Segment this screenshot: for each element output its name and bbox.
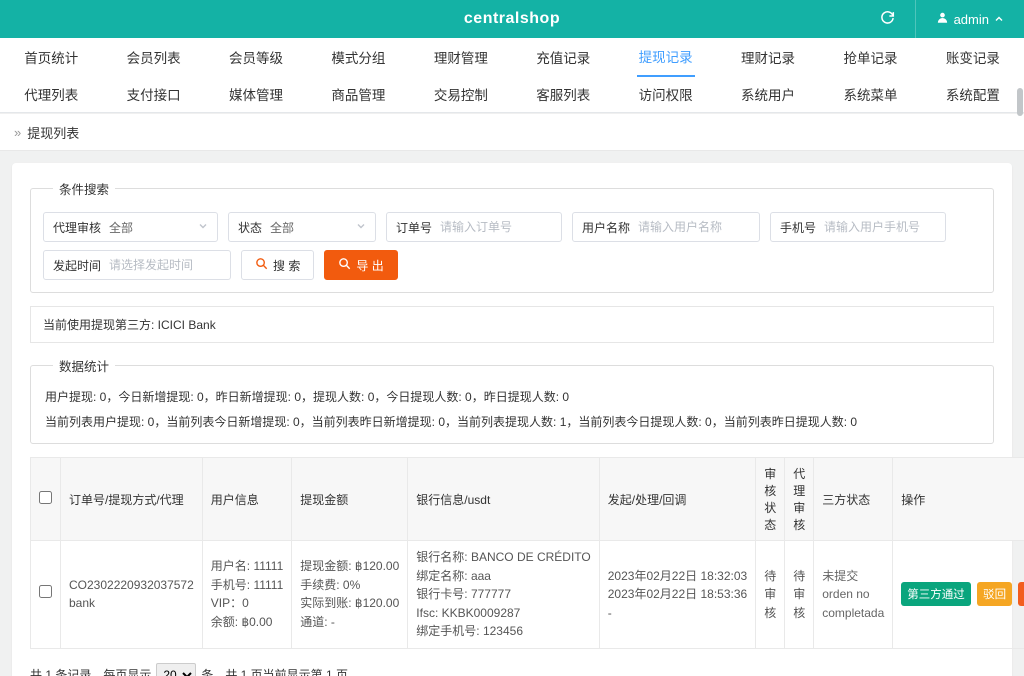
start-time-field: 发起时间 [43, 250, 231, 280]
agent-audit-badge: 待审核 [793, 569, 805, 620]
search-button[interactable]: 搜 索 [241, 250, 314, 280]
app-title: centralshop [464, 10, 560, 28]
pagination-prefix: 共 1 条记录，每页显示 [30, 666, 151, 676]
col-time: 发起/处理/回调 [599, 458, 755, 541]
nav-access-rights[interactable]: 访问权限 [614, 75, 716, 112]
nav-home-stats[interactable]: 首页统计 [0, 38, 102, 75]
page-title: 提现列表 [27, 123, 79, 142]
breadcrumb-arrows-icon: » [14, 125, 21, 140]
export-icon [338, 257, 351, 273]
filter-row-2: 发起时间 搜 索 导 出 [43, 250, 981, 280]
order-no-field: 订单号 [386, 212, 562, 242]
export-button[interactable]: 导 出 [324, 250, 397, 280]
nav-system-users[interactable]: 系统用户 [717, 75, 819, 112]
nav-system-config[interactable]: 系统配置 [922, 75, 1024, 112]
select-all-checkbox[interactable] [39, 491, 52, 504]
username-field: 用户名称 [572, 212, 760, 242]
nav-mode-group[interactable]: 模式分组 [307, 38, 409, 75]
user-info-cell: 用户名: 11111 手机号: 11111 VIP：0 余额: ฿0.00 [202, 541, 291, 649]
audit-status-badge: 待审核 [764, 569, 776, 620]
nav-payment-api[interactable]: 支付接口 [102, 75, 204, 112]
admin-label: admin [954, 12, 989, 27]
stats-line-global: 用户提现: 0，今日新增提现: 0，昨日新增提现: 0，提现人数: 0，今日提现… [45, 388, 979, 406]
search-icon [255, 257, 268, 273]
third-status-cell: 未提交 orden no completada [814, 541, 893, 649]
admin-menu[interactable]: admin [930, 0, 1010, 38]
pagination: 共 1 条记录，每页显示 20 条，共 1 页当前显示第 1 页。 [30, 663, 994, 676]
nav-recharge-records[interactable]: 充值记录 [512, 38, 614, 75]
col-amount: 提现金额 [292, 458, 408, 541]
col-user: 用户信息 [202, 458, 291, 541]
amount-cell: 提现金额: ฿120.00 手续费: 0% 实际到账: ฿120.00 通道: … [292, 541, 408, 649]
pagination-suffix: 条，共 1 页当前显示第 1 页。 [201, 666, 360, 676]
phone-input[interactable] [824, 220, 936, 234]
agent-audit-cell: 待审核 [785, 541, 814, 649]
col-order: 订单号/提现方式/代理 [61, 458, 203, 541]
stats-legend: 数据统计 [53, 356, 115, 375]
nav-member-list[interactable]: 会员列表 [102, 38, 204, 75]
col-bank: 银行信息/usdt [408, 458, 599, 541]
header-divider [915, 0, 916, 38]
nav-member-level[interactable]: 会员等级 [205, 38, 307, 75]
withdraw-table: 订单号/提现方式/代理 用户信息 提现金额 银行信息/usdt 发起/处理/回调… [30, 457, 1024, 649]
user-icon [936, 11, 949, 27]
page-size-select[interactable]: 20 [156, 663, 196, 676]
nav-grab-records[interactable]: 抢单记录 [819, 38, 921, 75]
start-time-input[interactable] [109, 258, 221, 272]
audit-status-cell: 待审核 [756, 541, 785, 649]
stats-line-current: 当前列表用户提现: 0，当前列表今日新增提现: 0，当前列表昨日新增提现: 0，… [45, 413, 979, 431]
chevron-down-icon [356, 220, 366, 234]
col-agent-audit: 代理审核 [785, 458, 814, 541]
stats-fieldset: 数据统计 用户提现: 0，今日新增提现: 0，昨日新增提现: 0，提现人数: 0… [30, 356, 994, 444]
col-audit-status: 审核状态 [756, 458, 785, 541]
breadcrumb: » 提现列表 [0, 113, 1024, 151]
third-party-pass-button[interactable]: 第三方通过 [901, 582, 971, 606]
status-select[interactable]: 状态 全部 [228, 212, 376, 242]
phone-field: 手机号 [770, 212, 946, 242]
withdraw-list-panel: 条件搜索 代理审核 全部 状态 全部 订单号 用户名称 [12, 163, 1012, 676]
scrollbar-thumb[interactable] [1017, 88, 1023, 116]
nav-balance-records[interactable]: 账变记录 [922, 38, 1024, 75]
bank-info-cell: 银行名称: BANCO DE CRÉDITO 绑定名称: aaa 银行卡号: 7… [408, 541, 599, 649]
col-actions: 操作 [893, 458, 1024, 541]
time-cell: 2023年02月22日 18:32:03 2023年02月22日 18:53:3… [599, 541, 755, 649]
reject-button[interactable]: 驳回 [977, 582, 1012, 606]
nav-row-1: 首页统计 会员列表 会员等级 模式分组 理财管理 充值记录 提现记录 理财记录 … [0, 38, 1024, 75]
order-cell: CO2302220932037572 bank [61, 541, 203, 649]
refresh-icon [880, 10, 895, 28]
username-input[interactable] [638, 220, 750, 234]
nav-row-2: 代理列表 支付接口 媒体管理 商品管理 交易控制 客服列表 访问权限 系统用户 … [0, 75, 1024, 112]
chevron-down-icon [198, 220, 208, 234]
col-third-status: 三方状态 [814, 458, 893, 541]
header-actions: admin [874, 0, 1010, 38]
table-header-row: 订单号/提现方式/代理 用户信息 提现金额 银行信息/usdt 发起/处理/回调… [31, 458, 1024, 541]
nav-service-list[interactable]: 客服列表 [512, 75, 614, 112]
nav-withdraw-records[interactable]: 提现记录 [614, 38, 716, 75]
order-no-input[interactable] [440, 220, 552, 234]
app-header: centralshop admin [0, 0, 1024, 38]
agent-audit-select[interactable]: 代理审核 全部 [43, 212, 218, 242]
nav-finance-records[interactable]: 理财记录 [717, 38, 819, 75]
actions-cell: 第三方通过 驳回 人工通过 [893, 541, 1024, 649]
chevron-up-icon [994, 12, 1004, 27]
filter-row-1: 代理审核 全部 状态 全部 订单号 用户名称 [43, 212, 981, 242]
search-legend: 条件搜索 [53, 179, 115, 198]
nav-media-manage[interactable]: 媒体管理 [205, 75, 307, 112]
refresh-button[interactable] [874, 0, 901, 38]
nav-system-menu[interactable]: 系统菜单 [819, 75, 921, 112]
main-nav: 首页统计 会员列表 会员等级 模式分组 理财管理 充值记录 提现记录 理财记录 … [0, 38, 1024, 113]
nav-trade-control[interactable]: 交易控制 [410, 75, 512, 112]
third-party-notice: 当前使用提现第三方: ICICI Bank [30, 306, 994, 343]
search-fieldset: 条件搜索 代理审核 全部 状态 全部 订单号 用户名称 [30, 179, 994, 293]
nav-finance-manage[interactable]: 理财管理 [410, 38, 512, 75]
nav-agent-list[interactable]: 代理列表 [0, 75, 102, 112]
row-checkbox[interactable] [39, 585, 52, 598]
manual-pass-button[interactable]: 人工通过 [1018, 582, 1024, 606]
table-row: CO2302220932037572 bank 用户名: 11111 手机号: … [31, 541, 1024, 649]
nav-product-manage[interactable]: 商品管理 [307, 75, 409, 112]
